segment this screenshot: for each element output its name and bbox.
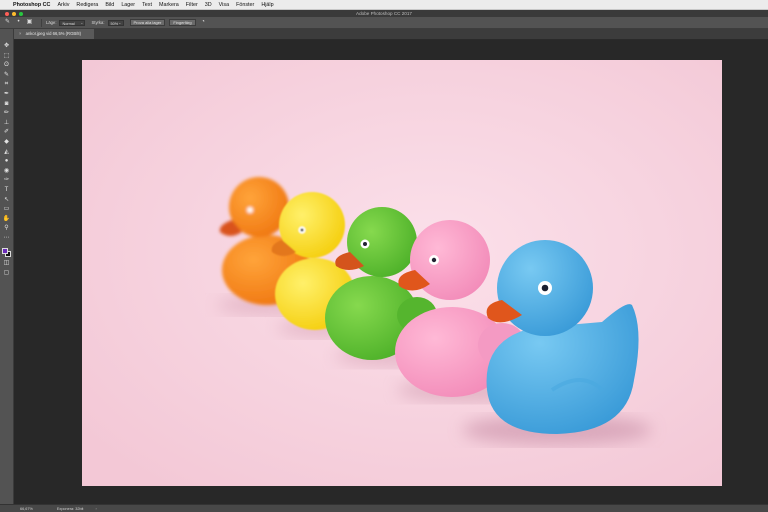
brush-size-icon[interactable]: •	[15, 19, 22, 26]
pressure-icon[interactable]: ◔	[200, 19, 207, 26]
hand-tool-icon[interactable]: ✋	[2, 215, 11, 225]
close-icon[interactable]: ×	[19, 31, 21, 36]
lasso-tool-icon[interactable]: ʘ	[2, 61, 11, 71]
marquee-tool-icon[interactable]: ⬚	[2, 52, 11, 62]
strength-select[interactable]: 50%	[107, 19, 124, 26]
color-swatches	[1, 247, 12, 259]
finger-painting-button[interactable]: Fingerfärg	[169, 19, 196, 26]
healing-brush-tool-icon[interactable]: ◙	[2, 100, 11, 110]
document-tabs: × ankor.jpeg vid 66,5% (RGB/8)	[14, 29, 768, 40]
blur-tool-icon[interactable]: ●	[2, 157, 11, 167]
history-brush-tool-icon[interactable]: ✐	[2, 128, 11, 138]
window-title: Adobe Photoshop CC 2017	[356, 11, 412, 16]
document-image[interactable]	[82, 60, 722, 486]
close-window-button[interactable]	[5, 11, 9, 16]
menu-visa[interactable]: Visa	[219, 2, 229, 8]
more-tools-icon[interactable]: ⋯	[2, 234, 11, 244]
screen-mode-icon[interactable]: ▢	[2, 269, 11, 279]
menu-markera[interactable]: Markera	[159, 2, 179, 8]
sample-all-layers-button[interactable]: Prova alla lager	[129, 19, 166, 26]
menu-bild[interactable]: Bild	[105, 2, 114, 8]
path-select-tool-icon[interactable]: ↖	[2, 196, 11, 206]
zoom-window-button[interactable]	[19, 11, 23, 16]
menu-filter[interactable]: Filter	[186, 2, 198, 8]
mode-select[interactable]: Normal	[59, 19, 86, 26]
smudge-tool-preset-icon[interactable]: ✎	[4, 19, 11, 26]
document-info[interactable]: Exponera: 32bit	[57, 507, 84, 511]
crop-tool-icon[interactable]: ⌗	[2, 80, 11, 90]
menu-app-name[interactable]: Photoshop CC	[13, 2, 50, 8]
menu-text[interactable]: Text	[142, 2, 152, 8]
document-tab[interactable]: × ankor.jpeg vid 66,5% (RGB/8)	[14, 29, 94, 39]
menu-3d[interactable]: 3D	[205, 2, 212, 8]
status-menu-arrow-icon[interactable]: ›	[96, 507, 97, 511]
zoom-tool-icon[interactable]: ⚲	[2, 224, 11, 234]
menu-hjalp[interactable]: Hjälp	[261, 2, 273, 8]
window-titlebar: Adobe Photoshop CC 2017	[0, 10, 768, 17]
menu-redigera[interactable]: Redigera	[76, 2, 98, 8]
mode-label: Läge:	[46, 20, 57, 25]
zoom-level[interactable]: 66,67%	[20, 507, 33, 511]
menu-lager[interactable]: Lager	[121, 2, 135, 8]
document-tab-title: ankor.jpeg vid 66,5% (RGB/8)	[25, 31, 82, 36]
dodge-tool-icon[interactable]: ◉	[2, 167, 11, 177]
brush-tool-icon[interactable]: ✏	[2, 109, 11, 119]
divider	[41, 18, 42, 27]
tools-panel: ✥ ⬚ ʘ ✎ ⌗ ✒ ◙ ✏ ⊥ ✐ ◆ ◭ ● ◉ ✑ T ↖ ▭ ✋ ⚲ …	[0, 29, 14, 504]
window-controls	[5, 11, 23, 16]
move-tool-icon[interactable]: ✥	[2, 42, 11, 52]
status-bar: 66,67% Exponera: 32bit ›	[0, 504, 768, 512]
eraser-tool-icon[interactable]: ◆	[2, 138, 11, 148]
canvas-area[interactable]	[14, 40, 768, 504]
minimize-window-button[interactable]	[12, 11, 16, 16]
pen-tool-icon[interactable]: ✑	[2, 176, 11, 186]
foreground-color-swatch[interactable]	[2, 248, 8, 255]
shape-tool-icon[interactable]: ▭	[2, 205, 11, 215]
eyedropper-tool-icon[interactable]: ✒	[2, 90, 11, 100]
menu-arkiv[interactable]: Arkiv	[57, 2, 69, 8]
brush-settings-icon[interactable]: ▣	[26, 19, 33, 26]
mac-menubar: Photoshop CC Arkiv Redigera Bild Lager T…	[0, 0, 768, 10]
quick-select-tool-icon[interactable]: ✎	[2, 71, 11, 81]
quick-mask-icon[interactable]: ◫	[2, 259, 11, 269]
type-tool-icon[interactable]: T	[2, 186, 11, 196]
menu-fonster[interactable]: Fönster	[236, 2, 254, 8]
strength-label: Styrka:	[91, 20, 105, 25]
gradient-tool-icon[interactable]: ◭	[2, 148, 11, 158]
clone-stamp-tool-icon[interactable]: ⊥	[2, 119, 11, 129]
options-bar: ✎ • ▣ Läge: Normal Styrka: 50% Prova all…	[0, 17, 768, 29]
rubber-ducks-photo	[82, 60, 722, 486]
